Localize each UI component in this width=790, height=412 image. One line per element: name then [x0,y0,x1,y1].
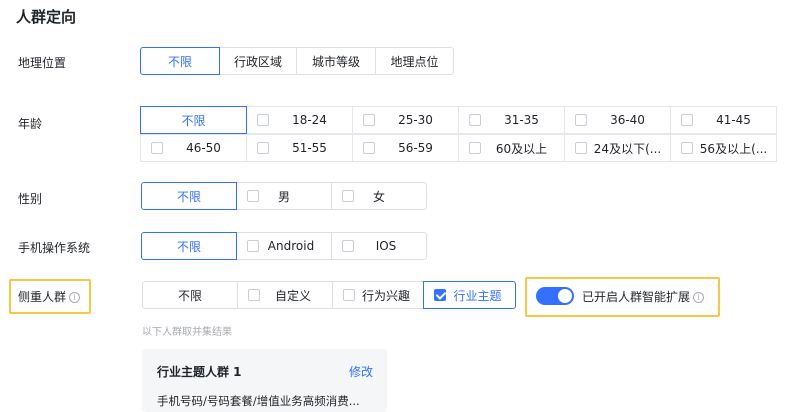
checkbox-empty-icon[interactable] [342,240,354,252]
os-label: 手机操作系统 [18,241,91,255]
gender-options: 不限 男 女 [141,182,427,210]
info-circle-icon[interactable]: i [693,292,705,303]
location-options: 不限 行政区域 城市等级 地理点位 [140,47,454,75]
os-option-unlimited[interactable]: 不限 [141,232,237,260]
crowd-card: 行业主题人群 1 修改 手机号码/号码套餐/增值业务高频消费... [142,349,387,412]
focus-option-industry-theme[interactable]: 行业主题 [423,281,516,309]
age-options-row: 不限 18-24 25-30 31-35 36-40 41-45 [140,106,790,135]
gender-label: 性别 [18,192,43,206]
age-option-label: 46-50 [186,141,221,155]
checkbox-empty-icon[interactable] [343,289,355,301]
gender-option-male[interactable]: 男 [236,182,332,210]
checkbox-empty-icon[interactable] [469,114,481,126]
crowd-card-title: 行业主题人群 1 [157,365,242,379]
checkbox-empty-icon[interactable] [151,142,163,154]
age-option-label: 不限 [181,113,206,128]
location-option-geo-point[interactable]: 地理点位 [375,47,454,75]
checkbox-empty-icon[interactable] [681,114,693,126]
age-option-label: 31-35 [504,113,539,127]
age-option-label: 51-55 [292,141,327,155]
smart-expand-label: 已开启人群智能扩展 i [582,288,705,305]
gender-option-unlimited[interactable]: 不限 [141,182,237,210]
location-option-city-level[interactable]: 城市等级 [296,47,376,75]
checkbox-checked-icon[interactable] [434,289,446,301]
focus-options: 不限 自定义 行为兴趣 行业主题 [142,281,516,309]
age-option[interactable]: 41-45 [670,106,777,134]
os-option-label: IOS [375,239,397,253]
age-option-label: 36-40 [610,113,645,127]
age-option[interactable]: 56及以上(... [670,134,777,162]
focus-option-label: 行业主题 [453,288,502,303]
crowd-card-edit-link[interactable]: 修改 [349,363,373,380]
age-option[interactable]: 25-30 [352,106,459,134]
crowd-card-description: 手机号码/号码套餐/增值业务高频消费... [157,394,360,408]
focus-label: 侧重人群 i [18,288,81,305]
age-options-row: 46-50 51-55 56-59 60及以上 24及以下(... 56及以上(… [140,134,790,163]
checkbox-empty-icon[interactable] [248,289,260,301]
crowd-targeting-panel: 人群定向 地理位置 不限 行政区域 城市等级 地理点位 年龄 不限 18-24 … [0,0,790,412]
checkbox-empty-icon[interactable] [342,190,354,202]
location-option-admin-region[interactable]: 行政区域 [219,47,297,75]
os-options: 不限 Android IOS [141,232,427,260]
os-option-label: Android [267,239,315,253]
age-option[interactable]: 46-50 [140,134,247,162]
checkbox-empty-icon[interactable] [575,142,587,154]
focus-option-label: 行为兴趣 [361,288,410,303]
age-options-grid: 不限 18-24 25-30 31-35 36-40 41-45 46-50 5… [140,106,790,163]
gender-option-label: 女 [372,189,385,204]
age-option-label: 60及以上 [495,141,548,156]
age-option[interactable]: 56-59 [352,134,459,162]
location-label: 地理位置 [18,56,67,70]
checkbox-empty-icon[interactable] [363,114,375,126]
focus-label-text: 侧重人群 [18,290,67,304]
age-option-label: 25-30 [398,113,433,127]
age-option-label: 18-24 [292,113,327,127]
checkbox-empty-icon[interactable] [257,142,269,154]
age-option[interactable]: 60及以上 [458,134,565,162]
age-option-label: 56-59 [398,141,433,155]
checkbox-empty-icon[interactable] [681,142,693,154]
age-option-label: 41-45 [716,113,751,127]
focus-option-unlimited[interactable]: 不限 [142,281,238,309]
toggle-knob [558,289,572,303]
checkbox-empty-icon[interactable] [247,190,259,202]
age-label: 年龄 [18,117,43,131]
age-option[interactable]: 51-55 [246,134,353,162]
checkbox-empty-icon[interactable] [247,240,259,252]
checkbox-empty-icon[interactable] [469,142,481,154]
age-option[interactable]: 24及以下(... [564,134,671,162]
os-option-ios[interactable]: IOS [331,232,427,260]
location-option-unlimited[interactable]: 不限 [140,47,220,75]
focus-option-behavior-interest[interactable]: 行为兴趣 [332,281,424,309]
age-option[interactable]: 36-40 [564,106,671,134]
age-option[interactable]: 18-24 [246,106,353,134]
focus-option-custom[interactable]: 自定义 [237,281,333,309]
age-option-unlimited[interactable]: 不限 [140,106,247,134]
gender-option-label: 男 [277,189,290,204]
os-option-android[interactable]: Android [236,232,332,260]
smart-expand-label-text: 已开启人群智能扩展 [582,290,691,304]
union-hint: 以下人群取并集结果 [142,327,232,338]
age-option[interactable]: 31-35 [458,106,565,134]
checkbox-empty-icon[interactable] [363,142,375,154]
smart-expand-toggle[interactable] [536,287,574,305]
info-circle-icon[interactable]: i [69,292,81,303]
checkbox-empty-icon[interactable] [257,114,269,126]
checkbox-empty-icon[interactable] [575,114,587,126]
section-title: 人群定向 [16,8,77,26]
gender-option-female[interactable]: 女 [331,182,427,210]
focus-option-label: 自定义 [274,288,311,303]
